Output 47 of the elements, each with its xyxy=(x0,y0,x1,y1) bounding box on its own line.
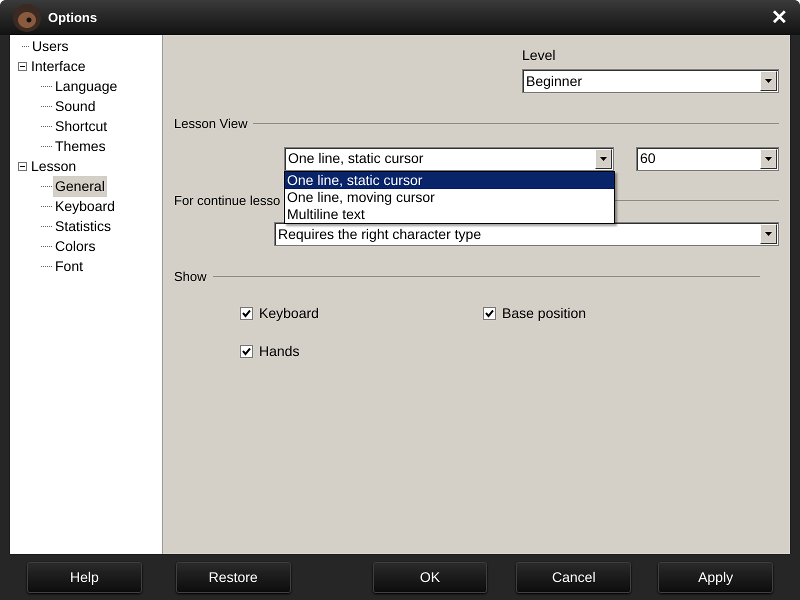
tree-item[interactable]: Sound xyxy=(53,96,98,116)
caret-icon xyxy=(600,156,607,160)
dropdown-option[interactable]: Multiline text xyxy=(285,206,614,222)
tree-item[interactable]: General xyxy=(53,176,107,196)
tree-item[interactable]: Colors xyxy=(53,236,98,256)
caret-icon xyxy=(765,156,772,160)
collapse-toggle[interactable] xyxy=(18,162,27,170)
section-heading: Show xyxy=(174,268,207,286)
section-heading: For continue lesso xyxy=(174,192,280,210)
caret-icon xyxy=(765,79,772,83)
dropdown-option[interactable]: One line, moving cursor xyxy=(285,188,614,206)
dropdown-arrow-button[interactable] xyxy=(760,71,777,91)
checkbox-label: Hands xyxy=(259,342,300,360)
tree-item[interactable]: Users xyxy=(30,36,71,56)
speed-dropdown[interactable]: 60 xyxy=(636,146,779,170)
tree-item[interactable]: Keyboard xyxy=(53,196,117,216)
tree-item[interactable]: Lesson xyxy=(29,156,78,176)
dropdown-arrow-button[interactable] xyxy=(760,148,777,168)
window-title: Options xyxy=(48,8,98,27)
tree-item[interactable]: Language xyxy=(53,76,120,96)
caret-icon xyxy=(765,232,772,236)
tree-item[interactable]: Font xyxy=(53,256,86,276)
tree-item[interactable]: Themes xyxy=(53,136,108,156)
dialog-button[interactable]: Restore xyxy=(176,562,291,592)
dialog-button[interactable]: OK xyxy=(372,562,488,592)
checkbox[interactable] xyxy=(483,306,496,320)
tree-item[interactable]: Interface xyxy=(29,56,88,76)
continue-mode-dropdown[interactable]: Requires the right character type xyxy=(274,222,779,246)
collapse-toggle[interactable] xyxy=(18,62,27,70)
tree-item[interactable]: Shortcut xyxy=(53,116,110,136)
section-heading: Lesson View xyxy=(174,115,248,133)
checkbox-label: Keyboard xyxy=(259,304,319,323)
checkbox[interactable] xyxy=(240,344,253,358)
dialog-button[interactable]: Help xyxy=(27,562,142,592)
dialog-button[interactable]: Apply xyxy=(658,562,773,592)
field-label: Level xyxy=(522,46,556,65)
close-button[interactable]: ✕ xyxy=(771,8,788,28)
lesson-view-dropdown[interactable]: One line, static cursor xyxy=(284,146,614,170)
tree-item[interactable]: Statistics xyxy=(53,216,114,236)
dropdown-option[interactable]: One line, static cursor xyxy=(285,172,614,188)
dropdown-arrow-button[interactable] xyxy=(760,224,777,244)
checkbox[interactable] xyxy=(240,306,253,320)
dialog-button[interactable]: Cancel xyxy=(516,562,632,592)
checkbox-label: Base position xyxy=(502,304,586,323)
app-logo-icon xyxy=(12,2,42,32)
dropdown-arrow-button[interactable] xyxy=(595,148,612,168)
level-dropdown[interactable]: Beginner xyxy=(522,69,779,93)
